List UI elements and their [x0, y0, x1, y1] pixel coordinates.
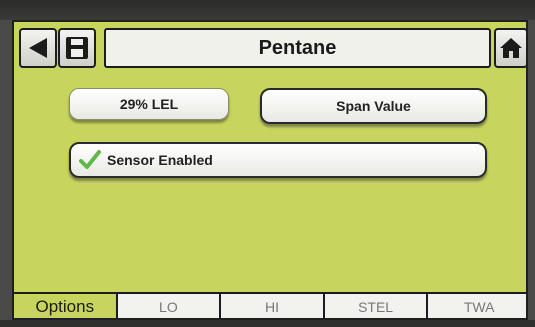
floppy-disk-icon	[66, 37, 88, 59]
tab-hi[interactable]: HI	[221, 294, 325, 318]
device-bezel-top	[0, 0, 535, 20]
tab-options[interactable]: Options	[14, 294, 118, 318]
save-button[interactable]	[58, 28, 96, 68]
gas-value-display: 29% LEL	[69, 88, 229, 120]
home-button[interactable]	[494, 28, 526, 68]
sensor-enabled-toggle[interactable]: Sensor Enabled	[69, 142, 487, 178]
home-icon	[500, 38, 522, 58]
page-title: Pentane	[104, 28, 491, 68]
device-screen: Pentane 29% LEL Span Value Sensor Enable…	[12, 20, 528, 320]
device-bezel-bottom	[0, 320, 535, 327]
back-arrow-icon	[29, 38, 47, 58]
tab-twa[interactable]: TWA	[428, 294, 526, 318]
sensor-enabled-label: Sensor Enabled	[107, 152, 213, 168]
tab-bar: Options LO HI STEL TWA	[14, 292, 526, 318]
checkmark-icon	[79, 150, 101, 169]
span-value-button[interactable]: Span Value	[260, 88, 487, 124]
tab-stel[interactable]: STEL	[324, 294, 429, 318]
tab-lo[interactable]: LO	[117, 294, 222, 318]
back-button[interactable]	[19, 28, 57, 68]
